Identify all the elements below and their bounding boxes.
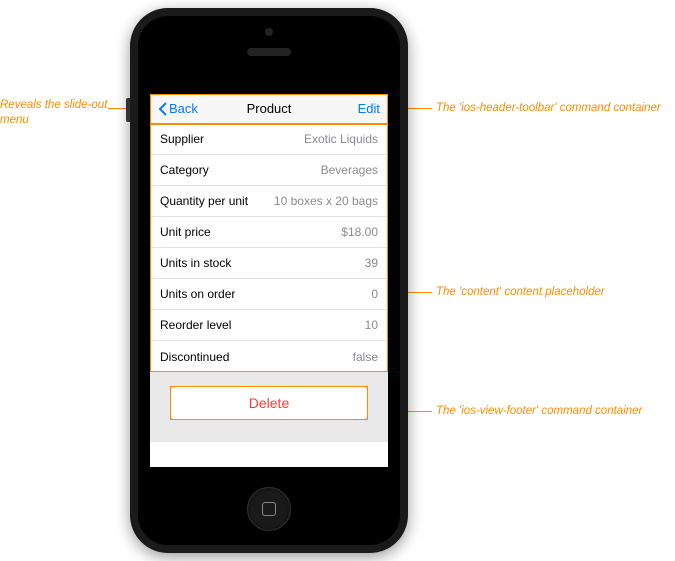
annotation-footer: The 'ios-view-footer' command container xyxy=(436,404,642,419)
field-value: 10 xyxy=(365,318,378,332)
field-value: 0 xyxy=(371,287,378,301)
list-item: Units in stock 39 xyxy=(150,248,388,279)
list-item: Supplier Exotic Liquids xyxy=(150,124,388,155)
list-item: Reorder level 10 xyxy=(150,310,388,341)
field-value: 10 boxes x 20 bags xyxy=(274,194,378,208)
annotation-back: Reveals the slide-out menu xyxy=(0,98,115,128)
chevron-left-icon xyxy=(158,102,167,116)
field-label: Unit price xyxy=(160,225,211,239)
ios-view-footer: Delete xyxy=(150,372,388,442)
field-label: Supplier xyxy=(160,132,204,146)
annotation-toolbar: The 'ios-header-toolbar' command contain… xyxy=(436,101,661,116)
content: Supplier Exotic Liquids Category Beverag… xyxy=(150,124,388,372)
camera-icon xyxy=(265,28,273,36)
field-label: Units in stock xyxy=(160,256,231,270)
field-value: $18.00 xyxy=(341,225,378,239)
back-button[interactable]: Back xyxy=(158,101,198,116)
page-title: Product xyxy=(247,101,292,116)
annotation-content: The 'content' content placeholder xyxy=(436,285,605,300)
field-value: 39 xyxy=(365,256,378,270)
field-label: Category xyxy=(160,163,209,177)
ios-header-toolbar: Back Product Edit xyxy=(150,94,388,124)
delete-button[interactable]: Delete xyxy=(170,386,368,420)
field-value: false xyxy=(353,350,378,364)
list-item: Units on order 0 xyxy=(150,279,388,310)
edit-button[interactable]: Edit xyxy=(358,101,380,116)
field-value: Beverages xyxy=(321,163,378,177)
speaker-icon xyxy=(247,48,291,56)
phone-frame: Back Product Edit Supplier Exotic Liquid… xyxy=(130,8,408,553)
field-label: Quantity per unit xyxy=(160,194,248,208)
field-label: Reorder level xyxy=(160,318,231,332)
home-button[interactable] xyxy=(247,487,291,531)
field-label: Units on order xyxy=(160,287,235,301)
list-item: Discontinued false xyxy=(150,341,388,372)
list-item: Quantity per unit 10 boxes x 20 bags xyxy=(150,186,388,217)
list-item: Unit price $18.00 xyxy=(150,217,388,248)
field-label: Discontinued xyxy=(160,350,229,364)
list-item: Category Beverages xyxy=(150,155,388,186)
home-icon xyxy=(262,502,276,516)
field-value: Exotic Liquids xyxy=(304,132,378,146)
back-label: Back xyxy=(169,101,198,116)
screen: Back Product Edit Supplier Exotic Liquid… xyxy=(150,94,388,467)
